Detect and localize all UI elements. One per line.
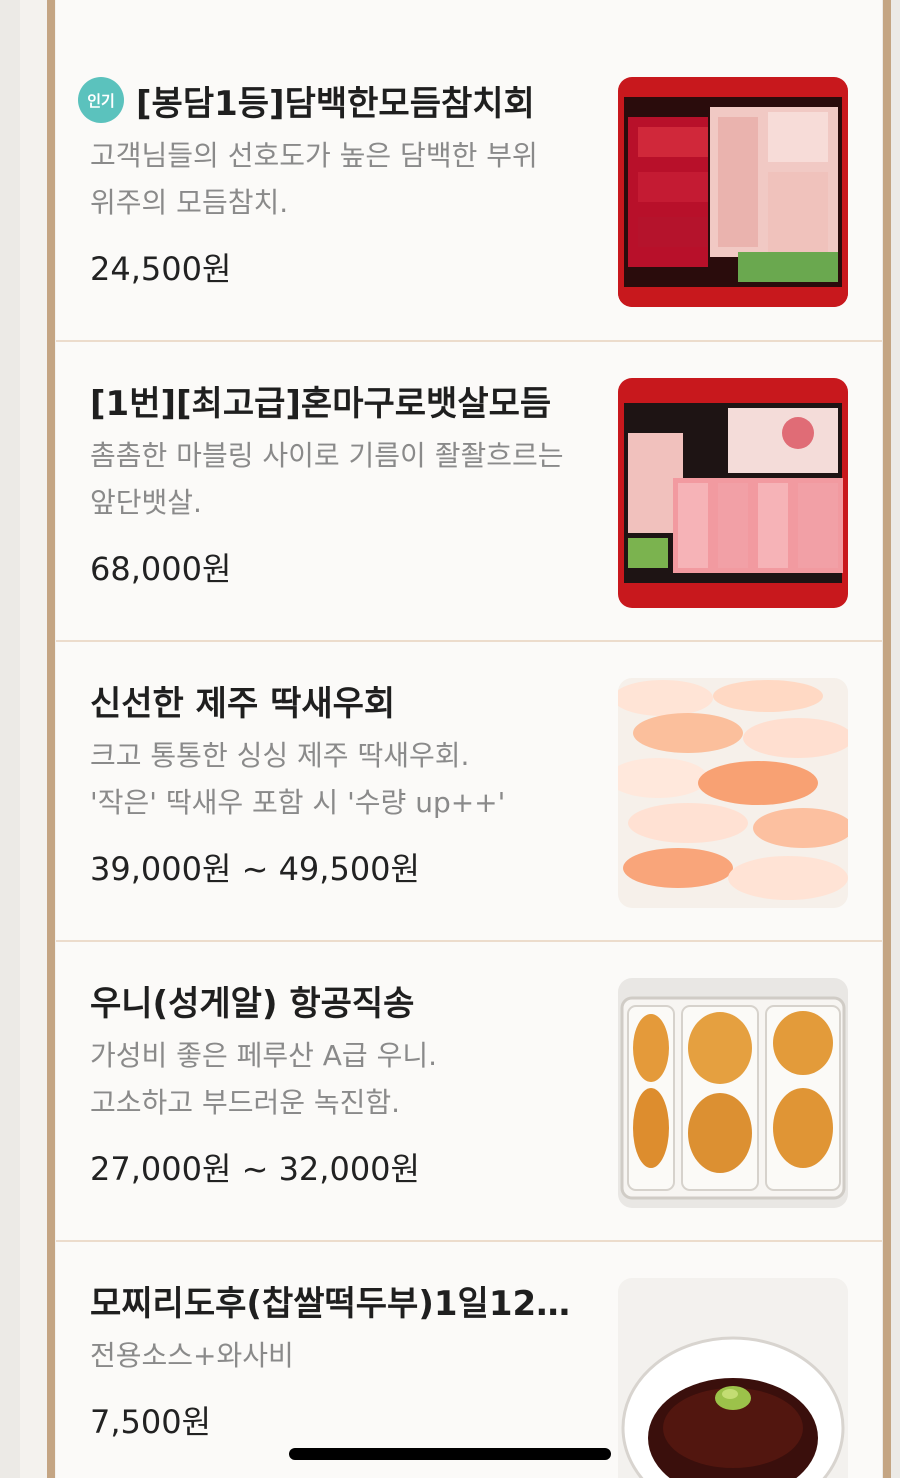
home-indicator[interactable]	[289, 1448, 611, 1460]
menu-item-shrimp[interactable]: 신선한 제주 딱새우회 크고 통통한 싱싱 제주 딱새우회. '작은' 딱새우 …	[56, 642, 882, 942]
shrimp-sashimi-icon[interactable]	[618, 678, 848, 908]
menu-item-tuna-belly[interactable]: [1번][최고급]혼마구로뱃살모듬 촘촘한 마블링 사이로 기름이 좔좔흐르는 …	[56, 342, 882, 642]
menu-item-price: 39,000원 ~ 49,500원	[90, 850, 420, 888]
menu-item-text: 인기 [봉담1등]담백한모듬참치회 고객님들의 선호도가 높은 담백한 부위 위…	[78, 77, 590, 290]
popular-badge: 인기	[78, 77, 124, 123]
menu-item-price: 24,500원	[90, 250, 232, 288]
menu-item-description: 촘촘한 마블링 사이로 기름이 좔좔흐르는 앞단뱃살.	[90, 439, 564, 519]
tuna-belly-icon[interactable]	[618, 378, 848, 608]
right-border-rail	[883, 0, 891, 1478]
menu-item-title: 신선한 제주 딱새우회	[90, 683, 396, 724]
menu-item-text: 모찌리도후(찹쌀떡두부)1일12개… 전용소스+와사비 7,500원	[90, 1280, 590, 1443]
menu-item-price: 27,000원 ~ 32,000원	[90, 1150, 420, 1188]
menu-screen: 인기 [봉담1등]담백한모듬참치회 고객님들의 선호도가 높은 담백한 부위 위…	[20, 0, 891, 1478]
menu-item-text: [1번][최고급]혼마구로뱃살모듬 촘촘한 마블링 사이로 기름이 좔좔흐르는 …	[90, 380, 590, 590]
menu-item-description: 가성비 좋은 페루산 A급 우니. 고소하고 부드러운 녹진함.	[90, 1039, 438, 1119]
menu-item-sea-urchin[interactable]: 우니(성게알) 항공직송 가성비 좋은 페루산 A급 우니. 고소하고 부드러운…	[56, 942, 882, 1242]
menu-item-price: 7,500원	[90, 1403, 212, 1441]
tuna-assortment-icon[interactable]	[618, 77, 848, 307]
menu-item-title: [1번][최고급]혼마구로뱃살모듬	[90, 383, 552, 424]
menu-item-title: [봉담1등]담백한모듬참치회	[136, 83, 535, 124]
mochi-tofu-icon[interactable]	[618, 1278, 848, 1478]
menu-list: 인기 [봉담1등]담백한모듬참치회 고객님들의 선호도가 높은 담백한 부위 위…	[56, 0, 882, 1478]
menu-item-text: 신선한 제주 딱새우회 크고 통통한 싱싱 제주 딱새우회. '작은' 딱새우 …	[90, 680, 590, 890]
menu-item-description: 고객님들의 선호도가 높은 담백한 부위 위주의 모듬참치.	[90, 139, 538, 219]
menu-item-title: 우니(성게알) 항공직송	[90, 983, 415, 1024]
menu-item-mochi-tofu[interactable]: 모찌리도후(찹쌀떡두부)1일12개… 전용소스+와사비 7,500원	[56, 1242, 882, 1478]
sea-urchin-icon[interactable]	[618, 978, 848, 1208]
left-border-rail	[47, 0, 55, 1478]
menu-item-price: 68,000원	[90, 550, 232, 588]
menu-item-tuna-assortment[interactable]: 인기 [봉담1등]담백한모듬참치회 고객님들의 선호도가 높은 담백한 부위 위…	[56, 42, 882, 342]
menu-item-description: 크고 통통한 싱싱 제주 딱새우회. '작은' 딱새우 포함 시 '수량 up+…	[90, 739, 506, 819]
menu-item-title: 모찌리도후(찹쌀떡두부)1일12개…	[90, 1283, 590, 1324]
menu-item-text: 우니(성게알) 항공직송 가성비 좋은 페루산 A급 우니. 고소하고 부드러운…	[90, 980, 590, 1190]
menu-item-description: 전용소스+와사비	[90, 1339, 294, 1372]
